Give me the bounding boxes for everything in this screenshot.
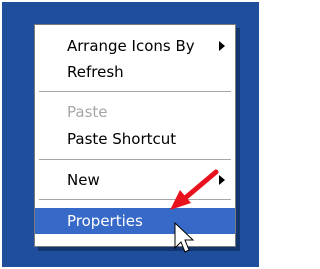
menu-item-paste-shortcut[interactable]: Paste Shortcut [35, 126, 235, 152]
menu-item-arrange-icons-by[interactable]: Arrange Icons By [35, 33, 235, 59]
menu-separator [39, 199, 231, 200]
menu-separator [39, 91, 231, 92]
menu-item-refresh[interactable]: Refresh [35, 59, 235, 85]
menu-separator [39, 159, 231, 160]
submenu-arrow-icon [219, 41, 225, 51]
context-menu: Arrange Icons By Refresh Paste Paste Sho… [34, 24, 236, 247]
menu-item-label: Paste [67, 103, 108, 121]
menu-item-label: Paste Shortcut [67, 130, 177, 148]
menu-item-label: New [67, 171, 100, 189]
menu-item-new[interactable]: New [35, 167, 235, 193]
menu-item-label: Refresh [67, 63, 124, 81]
menu-item-properties[interactable]: Properties [35, 208, 235, 234]
menu-item-paste: Paste [35, 99, 235, 125]
menu-item-label: Arrange Icons By [67, 37, 195, 55]
submenu-arrow-icon [219, 175, 225, 185]
menu-item-label: Properties [67, 212, 143, 230]
